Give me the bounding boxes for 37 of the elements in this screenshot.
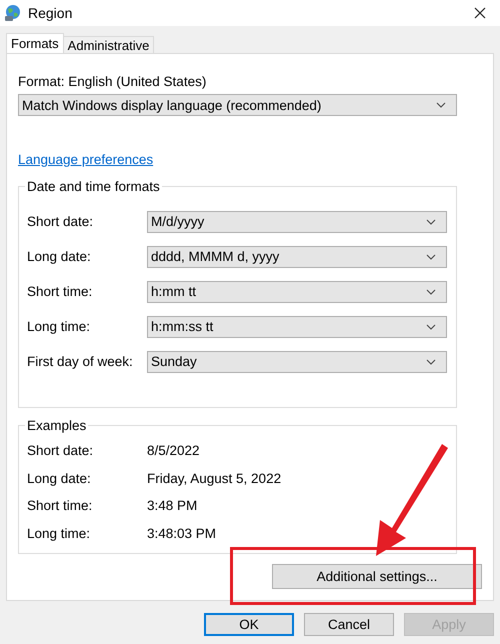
dialog-button[interactable]: OK [204,613,294,636]
field-label: Short time: [27,284,94,299]
dialog-button[interactable]: Cancel [304,613,394,636]
example-label: Long date: [27,470,92,486]
tab[interactable]: Administrative [62,36,154,53]
field-label: Short date: [27,214,94,229]
format-dropdown[interactable]: dddd, MMMM d, yyyy [147,246,447,268]
field-label: First day of week: [27,354,134,369]
chevron-icon [426,254,436,260]
globe-icon [4,4,22,22]
format-dropdown[interactable]: Sunday [147,350,447,372]
field-label: Long date: [27,249,92,264]
example-value: Friday, August 5, 2022 [147,470,282,486]
example-label: Short time: [27,498,94,514]
format-dropdown[interactable]: h:mm tt [147,280,447,302]
example-label: Short date: [27,443,94,458]
chevron-icon [426,358,436,364]
example-value: 8/5/2022 [147,443,200,458]
example-value: 3:48 PM [147,498,198,514]
language-preferences-link[interactable]: Language preferences [18,152,154,167]
group-title: Examples [26,418,88,433]
example-label: Long time: [27,526,92,541]
window-title: Region [28,5,72,21]
group-title: Date and time formats [26,179,161,194]
additional-settings-button[interactable]: Additional settings... [272,564,482,589]
tab[interactable]: Formats [6,33,64,53]
example-value: 3:48:03 PM [147,526,216,541]
format-dropdown[interactable]: M/d/yyyy [147,210,447,232]
chevron-icon [426,218,436,224]
format-dropdown[interactable]: h:mm:ss tt [147,316,447,338]
chevron-icon [426,288,436,294]
close-icon [474,7,486,19]
field-label: Long time: [27,319,92,334]
format-label: Format: English (United States) [18,74,208,89]
format-dropdown[interactable]: Match Windows display language (recommended) [18,94,457,116]
chevron-icon [436,102,446,108]
chevron-icon [426,324,436,330]
